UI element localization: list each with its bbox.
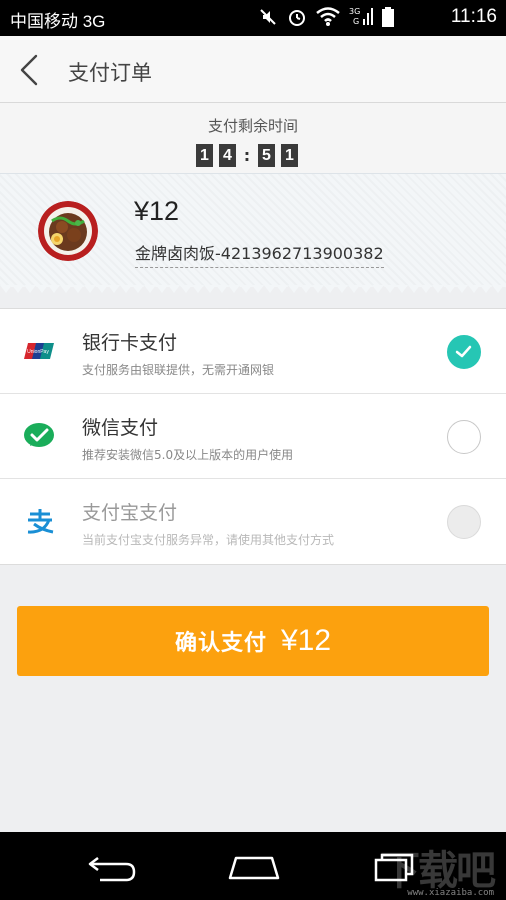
mute-icon xyxy=(258,7,278,27)
countdown-label: 支付剩余时间 xyxy=(207,117,298,135)
confirm-pay-button[interactable]: 确认支付 ¥12 xyxy=(17,606,489,676)
wifi-icon xyxy=(316,7,340,27)
back-arrow-icon xyxy=(88,857,136,882)
payment-method-alipay[interactable]: 支付宝支付 当前支付宝支付服务异常，请使用其他支付方式 xyxy=(0,479,506,564)
countdown-digit: 5 xyxy=(258,144,275,167)
battery-icon xyxy=(382,7,394,27)
alipay-icon xyxy=(22,505,58,537)
payment-method-desc: 支付服务由银联提供，无需开通网银 xyxy=(82,363,275,377)
payment-method-desc: 当前支付宝支付服务异常，请使用其他支付方式 xyxy=(82,533,335,547)
nav-home-button[interactable] xyxy=(224,850,284,884)
page-title: 支付订单 xyxy=(68,61,152,85)
system-nav-bar: 下载吧 www.xiazaiba.com xyxy=(0,832,506,900)
countdown-digit: 4 xyxy=(219,144,236,167)
alarm-icon xyxy=(287,7,307,27)
radio-disabled[interactable] xyxy=(447,505,481,539)
countdown-digit: 1 xyxy=(196,144,213,167)
card-zigzag-edge xyxy=(0,285,506,293)
countdown-section: 支付剩余时间 1 4 : 5 1 xyxy=(0,103,506,173)
countdown-timer: 1 4 : 5 1 xyxy=(196,144,298,167)
order-price: ¥12 xyxy=(134,196,180,226)
chevron-left-icon xyxy=(20,54,38,86)
unionpay-icon: UnionPay xyxy=(22,335,58,367)
back-button[interactable] xyxy=(12,50,48,90)
nav-back-button[interactable] xyxy=(84,850,144,884)
radio-unselected[interactable] xyxy=(447,420,481,454)
clock: 11:16 xyxy=(450,6,497,27)
food-image xyxy=(38,201,98,261)
confirm-pay-amount: ¥12 xyxy=(280,624,332,657)
payment-method-list: UnionPay 银行卡支付 支付服务由银联提供，无需开通网银 微信支付 推荐安… xyxy=(0,308,506,565)
payment-method-desc: 推荐安装微信5.0及以上版本的用户使用 xyxy=(82,448,294,462)
status-icons: 3G G xyxy=(258,7,394,27)
svg-text:UnionPay: UnionPay xyxy=(27,349,49,355)
payment-method-name: 微信支付 xyxy=(82,417,159,439)
watermark: 下载吧 www.xiazaiba.com xyxy=(362,832,502,900)
watermark-url: www.xiazaiba.com xyxy=(407,888,494,898)
carrier-label: 中国移动 3G xyxy=(10,12,106,31)
payment-method-unionpay[interactable]: UnionPay 银行卡支付 支付服务由银联提供，无需开通网银 xyxy=(0,309,506,394)
status-bar: 中国移动 3G 3G G 11:16 xyxy=(0,0,506,36)
radio-selected[interactable] xyxy=(447,335,481,369)
mobile-network-icon: 3G G xyxy=(349,7,373,27)
checkmark-icon xyxy=(455,345,472,358)
payment-method-name: 银行卡支付 xyxy=(82,332,178,354)
title-bar: 支付订单 xyxy=(0,36,506,103)
confirm-pay-label: 确认支付 xyxy=(174,630,267,655)
countdown-digit: 1 xyxy=(281,144,298,167)
countdown-separator: : xyxy=(243,146,251,165)
payment-method-wechat[interactable]: 微信支付 推荐安装微信5.0及以上版本的用户使用 xyxy=(0,394,506,479)
payment-method-name: 支付宝支付 xyxy=(82,502,178,524)
order-name: 金牌卤肉饭-4213962713900382 xyxy=(135,240,384,268)
home-icon xyxy=(228,856,280,880)
wechat-pay-icon xyxy=(22,420,58,452)
order-summary-card: ¥12 金牌卤肉饭-4213962713900382 xyxy=(0,173,506,293)
